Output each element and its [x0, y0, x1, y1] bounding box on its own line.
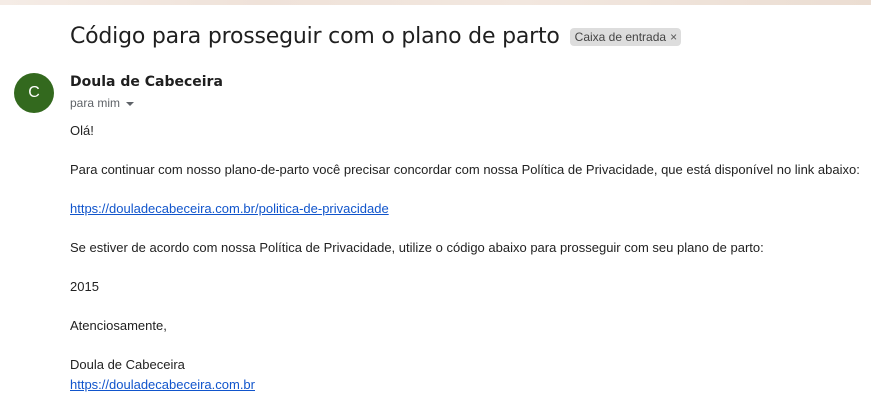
- subject-row: Código para prosseguir com o plano de pa…: [70, 24, 682, 49]
- body-paragraph-1: Para continuar com nosso plano-de-parto …: [70, 162, 860, 177]
- remove-label-icon[interactable]: ×: [670, 31, 677, 43]
- recipient-text: para mim: [70, 96, 121, 110]
- email-subject: Código para prosseguir com o plano de pa…: [70, 24, 560, 49]
- signature-name: Doula de Cabeceira: [70, 357, 185, 372]
- privacy-policy-link[interactable]: https://douladecabeceira.com.br/politica…: [70, 201, 389, 216]
- body-paragraph-2: Se estiver de acordo com nossa Política …: [70, 240, 764, 255]
- sender-name[interactable]: Doula de Cabeceira: [70, 74, 223, 90]
- avatar-initial: C: [28, 84, 40, 101]
- verification-code: 2015: [70, 279, 99, 294]
- top-banner-strip: [0, 0, 871, 5]
- email-body: Olá! Para continuar com nosso plano-de-p…: [70, 123, 870, 393]
- greeting: Olá!: [70, 123, 94, 138]
- inbox-label-text: Caixa de entrada: [574, 29, 667, 44]
- sender-avatar[interactable]: C: [14, 73, 54, 113]
- closing-text: Atenciosamente,: [70, 318, 167, 333]
- signature-website-link[interactable]: https://douladecabeceira.com.br: [70, 377, 255, 392]
- recipient-details-toggle[interactable]: para mim: [70, 96, 135, 110]
- inbox-label-chip[interactable]: Caixa de entrada ×: [569, 27, 682, 46]
- chevron-down-icon[interactable]: [126, 101, 135, 106]
